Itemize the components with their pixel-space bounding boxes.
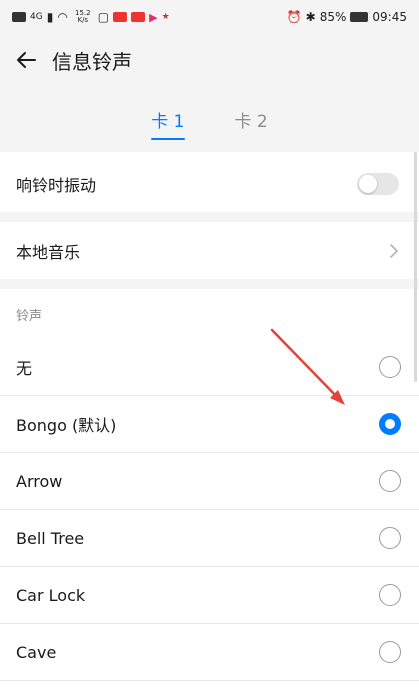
sim-tabs: 卡 1 卡 2: [0, 86, 419, 152]
vibrate-row[interactable]: 响铃时振动: [0, 155, 419, 212]
vibrate-card: 响铃时振动: [0, 155, 419, 212]
misc-app-icon: ★: [161, 12, 170, 22]
status-right-icons: ⏰ ✱ 85% 09:45: [287, 10, 407, 24]
status-bar: 4G ▮ ◠ 15.2 K/s ▢ ▶ ★ ⏰ ✱ 85% 09:45: [0, 0, 419, 34]
scrollbar[interactable]: [414, 152, 417, 382]
battery-percent: 85%: [319, 10, 347, 24]
radio-button[interactable]: [379, 356, 401, 378]
ringtone-list: 无 Bongo (默认) Arrow Bell Tree Car Lock Ca…: [0, 339, 419, 681]
radio-button-selected[interactable]: [379, 413, 401, 435]
back-arrow-icon: [17, 52, 36, 68]
video-app-icon: ▶: [149, 10, 158, 24]
clock: 09:45: [372, 10, 407, 24]
radio-button[interactable]: [379, 584, 401, 606]
ringtone-section-title: 铃声: [16, 308, 43, 324]
ringtone-label: Arrow: [16, 471, 63, 491]
hd-icon: [12, 12, 26, 22]
ringtone-label: Car Lock: [16, 585, 86, 605]
ringtone-label: Bell Tree: [16, 528, 85, 548]
signal-icon: ▮: [46, 10, 54, 24]
section-divider: [0, 212, 419, 222]
vibrate-toggle[interactable]: [357, 172, 399, 195]
app-notification-icon: ▢: [97, 10, 110, 24]
app-badge-icon: [113, 12, 128, 22]
local-music-row[interactable]: 本地音乐: [0, 222, 419, 279]
ringtone-row[interactable]: 无: [0, 339, 419, 396]
chevron-right-icon: [390, 243, 398, 258]
local-music-card: 本地音乐: [0, 222, 419, 279]
ringtone-card: 铃声 无 Bongo (默认) Arrow Bell Tree Car Lock…: [0, 289, 419, 687]
ringtone-row[interactable]: Bongo (默认): [0, 396, 419, 453]
section-divider: [0, 279, 419, 289]
radio-button[interactable]: [379, 527, 401, 549]
toggle-knob: [359, 174, 377, 193]
news-app-icon: [131, 12, 146, 22]
tab-sim1[interactable]: 卡 1: [151, 101, 185, 140]
app-bar: 信息铃声: [0, 34, 419, 86]
vibrate-label: 响铃时振动: [16, 175, 97, 195]
ringtone-label: Cave: [16, 642, 57, 662]
local-music-label: 本地音乐: [16, 242, 81, 262]
status-left-icons: 4G ▮ ◠ 15.2 K/s ▢ ▶ ★: [12, 10, 170, 24]
wifi-icon: ◠: [57, 10, 68, 24]
radio-button[interactable]: [379, 470, 401, 492]
ringtone-row[interactable]: Car Lock: [0, 567, 419, 624]
ringtone-row[interactable]: Arrow: [0, 453, 419, 510]
tab-sim2[interactable]: 卡 2: [235, 101, 268, 138]
ringtone-label: Bongo (默认): [16, 416, 117, 435]
ringtone-label: 无: [16, 359, 33, 378]
alarm-icon: ⏰: [286, 10, 302, 24]
page-title: 信息铃声: [52, 49, 132, 74]
ringtone-row[interactable]: Cave: [0, 624, 419, 681]
radio-button[interactable]: [379, 641, 401, 663]
network-type: 4G: [30, 12, 43, 22]
network-speed: 15.2 K/s: [75, 9, 91, 24]
back-button[interactable]: [0, 34, 52, 86]
ringtone-row[interactable]: Bell Tree: [0, 510, 419, 567]
battery-icon: [350, 12, 369, 22]
bluetooth-icon: ✱: [305, 10, 316, 24]
